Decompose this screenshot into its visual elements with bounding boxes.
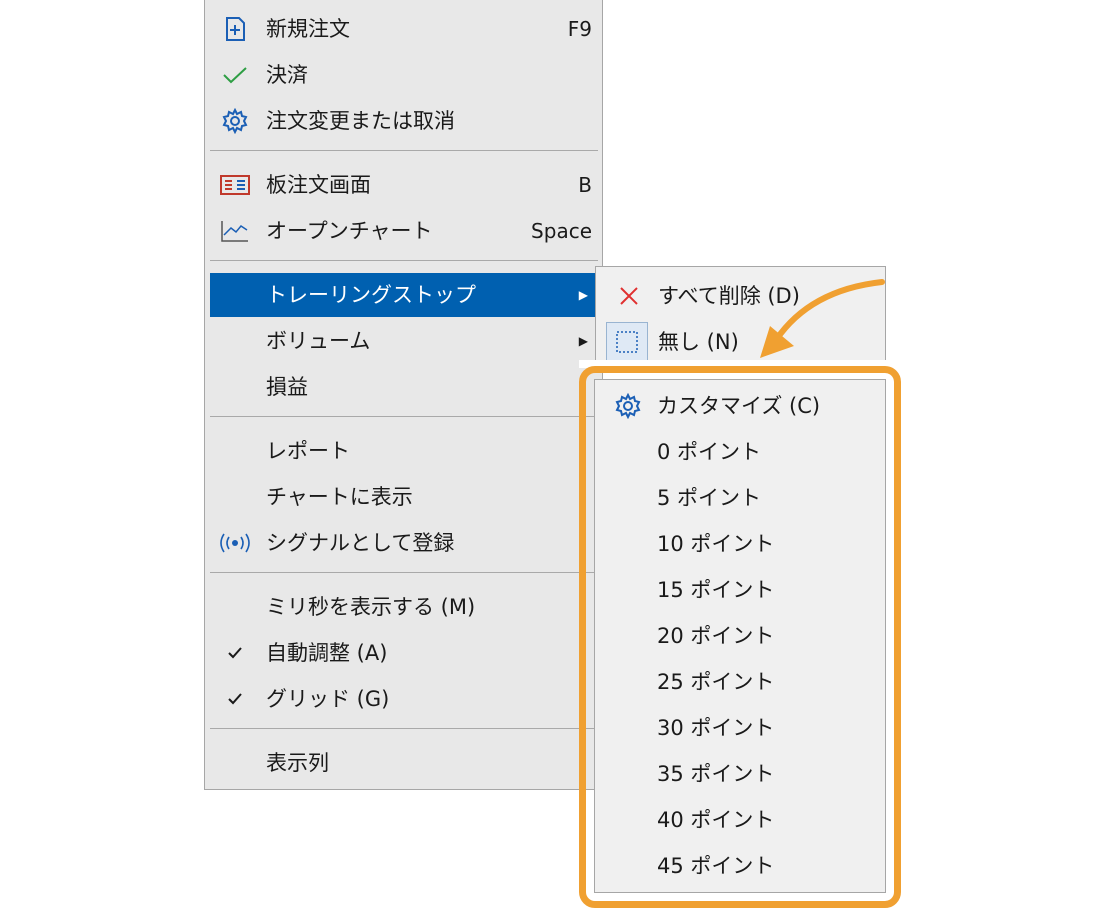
menu-item-volume[interactable]: ボリューム ▶: [210, 319, 598, 363]
menu-item-label: オープンチャート: [266, 219, 433, 243]
context-menu: 新規注文 F9 決済 注文変更または取消 板注文画面 B オープンチャート Sp…: [204, 0, 603, 790]
menu-item-auto-adjust[interactable]: 自動調整 (A): [210, 631, 598, 675]
submenu-item-label: 無し (N): [658, 330, 739, 354]
menu-item-label: シグナルとして登録: [266, 531, 455, 555]
signal-broadcast-icon: [218, 521, 252, 565]
menu-item-label: 新規注文: [266, 17, 350, 41]
callout-highlight-frame: [579, 366, 901, 908]
checkmark-icon: [220, 53, 250, 97]
menu-item-close-position[interactable]: 決済: [210, 53, 598, 97]
new-order-icon: [220, 7, 250, 51]
none-dashed-box-icon: [606, 322, 648, 362]
menu-item-new-order[interactable]: 新規注文 F9: [210, 7, 598, 51]
menu-separator: [210, 572, 598, 573]
menu-item-order-board[interactable]: 板注文画面 B: [210, 163, 598, 207]
delete-x-icon: [614, 274, 644, 318]
check-icon: [220, 677, 250, 721]
check-icon: [220, 631, 250, 675]
shortcut-label: B: [578, 173, 592, 197]
menu-item-label: 自動調整 (A): [266, 641, 388, 665]
menu-item-label: 損益: [266, 375, 308, 399]
menu-item-label: ボリューム: [266, 329, 371, 353]
menu-item-report[interactable]: レポート: [210, 429, 598, 473]
menu-item-columns[interactable]: 表示列: [210, 741, 598, 785]
menu-item-grid[interactable]: グリッド (G): [210, 677, 598, 721]
menu-item-modify-cancel-order[interactable]: 注文変更または取消: [210, 99, 598, 143]
menu-item-show-on-chart[interactable]: チャートに表示: [210, 475, 598, 519]
menu-separator: [210, 416, 598, 417]
menu-item-register-signal[interactable]: シグナルとして登録: [210, 521, 598, 565]
menu-separator: [210, 728, 598, 729]
menu-item-show-milliseconds[interactable]: ミリ秒を表示する (M): [210, 585, 598, 629]
menu-item-profit-loss[interactable]: 損益: [210, 365, 598, 409]
menu-item-label: 表示列: [266, 751, 329, 775]
menu-item-label: 注文変更または取消: [266, 109, 455, 133]
menu-separator: [210, 260, 598, 261]
callout-arrow-icon: [760, 279, 885, 358]
shortcut-label: F9: [567, 17, 592, 41]
menu-item-label: ミリ秒を表示する (M): [266, 595, 476, 619]
gear-icon: [220, 99, 250, 143]
menu-item-label: チャートに表示: [266, 485, 413, 509]
submenu-arrow-icon: ▶: [578, 288, 588, 302]
menu-item-label: 決済: [266, 63, 308, 87]
shortcut-label: Space: [531, 219, 592, 243]
line-chart-icon: [220, 209, 250, 253]
menu-item-label: トレーリングストップ: [266, 283, 476, 307]
menu-item-trailing-stop[interactable]: トレーリングストップ ▶: [210, 273, 598, 317]
menu-separator: [210, 150, 598, 151]
menu-item-label: レポート: [266, 439, 350, 463]
menu-item-open-chart[interactable]: オープンチャート Space: [210, 209, 598, 253]
submenu-arrow-icon: ▶: [578, 334, 588, 348]
menu-item-label: 板注文画面: [266, 173, 371, 197]
order-board-icon: [220, 163, 250, 207]
menu-item-label: グリッド (G): [266, 687, 390, 711]
